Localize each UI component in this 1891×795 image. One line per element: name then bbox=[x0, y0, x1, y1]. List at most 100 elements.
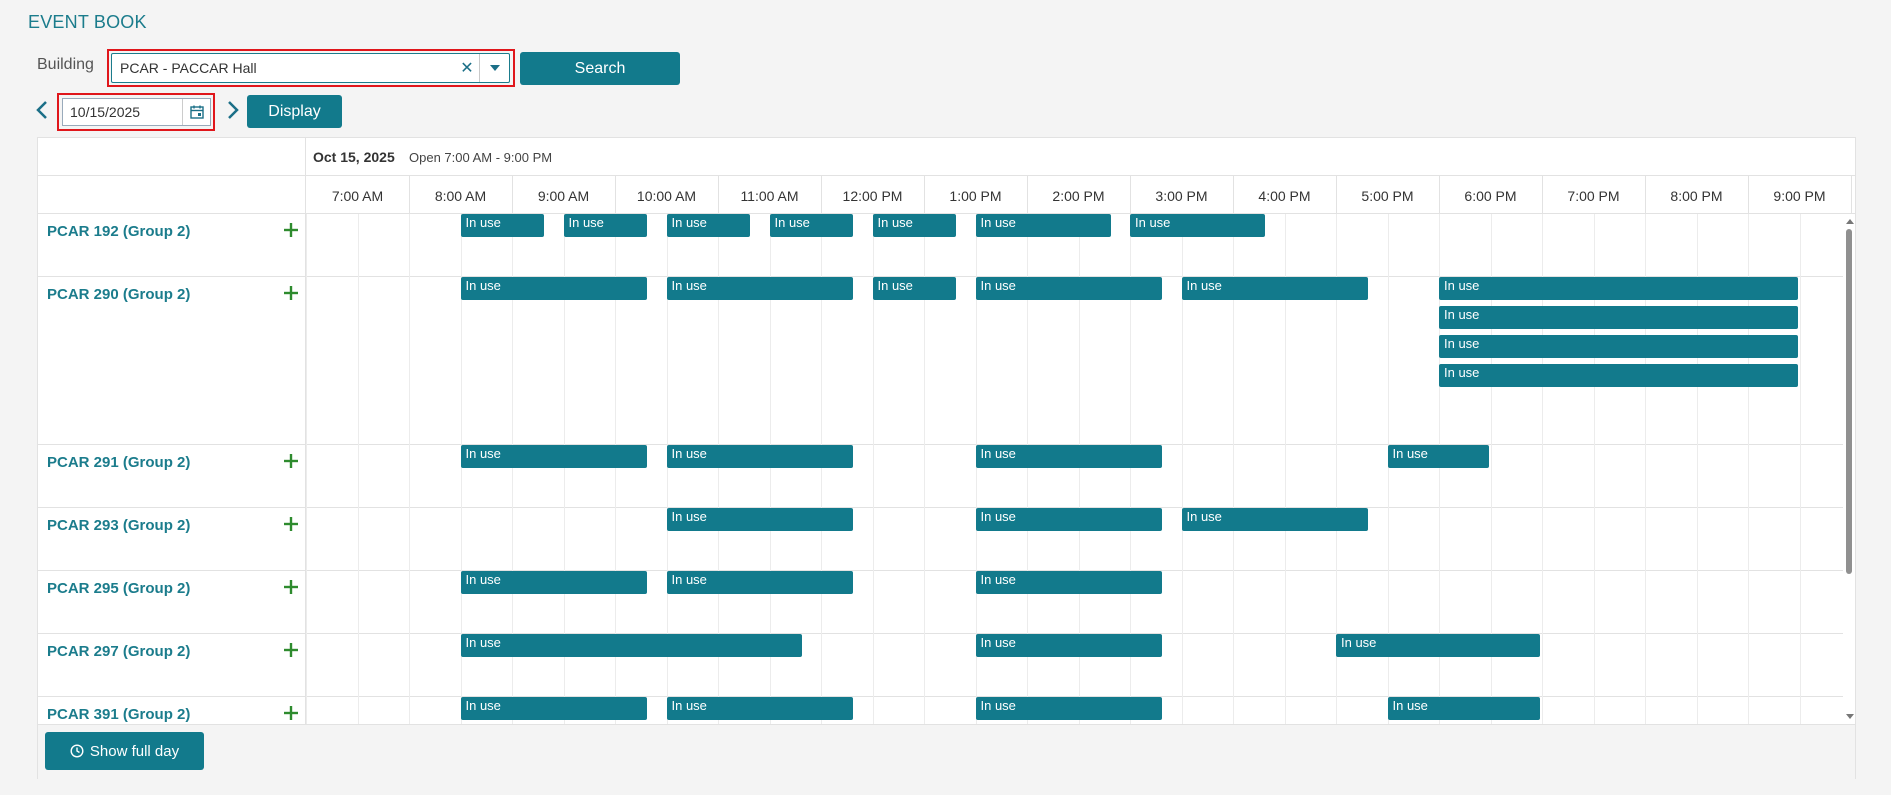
booking-block[interactable]: In use bbox=[1181, 508, 1369, 531]
grid-line bbox=[1645, 214, 1646, 277]
add-booking-button[interactable] bbox=[279, 575, 303, 599]
add-booking-button[interactable] bbox=[279, 449, 303, 473]
grid-line bbox=[1542, 634, 1543, 697]
booking-block[interactable]: In use bbox=[666, 445, 854, 468]
time-header-label: 9:00 PM bbox=[1773, 188, 1826, 204]
building-label: Building bbox=[37, 56, 94, 73]
time-header-label: 10:00 AM bbox=[636, 188, 697, 204]
booking-block[interactable]: In use bbox=[1336, 634, 1540, 657]
scroll-down-arrow[interactable] bbox=[1846, 714, 1854, 719]
add-booking-button[interactable] bbox=[279, 638, 303, 662]
display-button[interactable]: Display bbox=[247, 95, 342, 128]
clock-icon bbox=[70, 744, 84, 758]
booking-block[interactable]: In use bbox=[975, 697, 1163, 720]
booking-block[interactable]: In use bbox=[460, 214, 545, 237]
grid-line bbox=[1233, 697, 1234, 724]
booking-block[interactable]: In use bbox=[666, 214, 751, 237]
grid-line bbox=[357, 571, 359, 634]
dropdown-toggle[interactable] bbox=[479, 54, 509, 82]
show-full-day-button[interactable]: Show full day bbox=[45, 732, 204, 770]
booking-block[interactable]: In use bbox=[460, 571, 648, 594]
booking-block[interactable]: In use bbox=[666, 277, 854, 300]
booking-block[interactable]: In use bbox=[460, 697, 648, 720]
add-booking-button[interactable] bbox=[279, 701, 303, 724]
grid-line bbox=[975, 277, 977, 445]
booking-block[interactable]: In use bbox=[769, 214, 854, 237]
grid-line bbox=[1542, 445, 1543, 508]
time-header-label: 8:00 AM bbox=[434, 188, 487, 204]
booking-block[interactable]: In use bbox=[975, 571, 1163, 594]
room-row: PCAR 391 (Group 2) In use In use In use In u… bbox=[38, 697, 1843, 724]
add-booking-button[interactable] bbox=[279, 281, 303, 305]
search-button[interactable]: Search bbox=[520, 52, 680, 85]
grid-line bbox=[1387, 214, 1389, 277]
booking-block[interactable]: In use bbox=[460, 634, 802, 657]
grid-line bbox=[1593, 214, 1595, 277]
scroll-up-arrow[interactable] bbox=[1846, 219, 1854, 224]
grid-line bbox=[615, 277, 616, 445]
room-name-link[interactable]: PCAR 293 (Group 2) bbox=[47, 517, 190, 534]
date-input[interactable]: 10/15/2025 bbox=[62, 98, 211, 126]
prev-date-button[interactable] bbox=[33, 97, 51, 123]
calendar-icon[interactable] bbox=[182, 99, 210, 125]
grid-line bbox=[1490, 214, 1492, 277]
grid-line bbox=[357, 508, 359, 571]
booking-block[interactable]: In use bbox=[666, 571, 854, 594]
schedule-scrollbar[interactable] bbox=[1843, 214, 1855, 724]
grid-line bbox=[1336, 571, 1337, 634]
grid-line bbox=[1490, 277, 1492, 445]
scrollbar-thumb[interactable] bbox=[1846, 229, 1852, 574]
booking-block[interactable]: In use bbox=[975, 634, 1163, 657]
add-booking-button[interactable] bbox=[279, 218, 303, 242]
room-name-link[interactable]: PCAR 290 (Group 2) bbox=[47, 286, 190, 303]
grid-line bbox=[1799, 214, 1801, 277]
building-select[interactable]: PCAR - PACCAR Hall ✕ bbox=[111, 53, 510, 83]
booking-block[interactable]: In use bbox=[975, 214, 1111, 237]
grid-line bbox=[872, 445, 874, 508]
grid-line bbox=[872, 697, 874, 724]
booking-block[interactable]: In use bbox=[1439, 306, 1798, 329]
booking-block[interactable]: In use bbox=[1439, 364, 1798, 387]
clear-icon[interactable]: ✕ bbox=[455, 58, 479, 78]
grid-line bbox=[1593, 571, 1595, 634]
room-name-link[interactable]: PCAR 391 (Group 2) bbox=[47, 706, 190, 723]
schedule-grid[interactable]: PCAR 192 (Group 2) In use In use In use In u… bbox=[38, 214, 1843, 724]
grid-line bbox=[306, 571, 307, 634]
grid-line bbox=[872, 634, 874, 697]
time-header-label: 7:00 PM bbox=[1567, 188, 1620, 204]
booking-block[interactable]: In use bbox=[1130, 214, 1266, 237]
room-name-link[interactable]: PCAR 291 (Group 2) bbox=[47, 454, 190, 471]
grid-line bbox=[357, 634, 359, 697]
grid-line bbox=[1696, 508, 1698, 571]
grid-line bbox=[1799, 634, 1801, 697]
next-date-button[interactable] bbox=[224, 97, 242, 123]
booking-block[interactable]: In use bbox=[975, 508, 1163, 531]
add-booking-button[interactable] bbox=[279, 512, 303, 536]
booking-block[interactable]: In use bbox=[563, 214, 648, 237]
booking-block[interactable]: In use bbox=[1439, 277, 1798, 300]
plus-icon bbox=[284, 643, 298, 657]
grid-line bbox=[1645, 277, 1646, 445]
booking-block[interactable]: In use bbox=[1387, 445, 1489, 468]
room-name-link[interactable]: PCAR 295 (Group 2) bbox=[47, 580, 190, 597]
plus-icon bbox=[284, 706, 298, 720]
booking-block[interactable]: In use bbox=[460, 445, 648, 468]
time-header: 7:00 AM 8:00 AM 9:00 AM 10:00 AM 11:00 AM 12:… bbox=[38, 176, 1855, 214]
room-row: PCAR 295 (Group 2) In use In use In use bbox=[38, 571, 1843, 634]
booking-block[interactable]: In use bbox=[460, 277, 648, 300]
grid-line bbox=[1593, 634, 1595, 697]
booking-block[interactable]: In use bbox=[872, 277, 957, 300]
booking-block[interactable]: In use bbox=[872, 214, 957, 237]
time-header-label: 6:00 PM bbox=[1464, 188, 1517, 204]
room-name-link[interactable]: PCAR 297 (Group 2) bbox=[47, 643, 190, 660]
room-name-link[interactable]: PCAR 192 (Group 2) bbox=[47, 223, 190, 240]
booking-block[interactable]: In use bbox=[666, 697, 854, 720]
grid-line bbox=[1233, 445, 1234, 508]
booking-block[interactable]: In use bbox=[1439, 335, 1798, 358]
booking-block[interactable]: In use bbox=[975, 445, 1163, 468]
booking-block[interactable]: In use bbox=[1387, 697, 1540, 720]
booking-block[interactable]: In use bbox=[1181, 277, 1369, 300]
booking-block[interactable]: In use bbox=[975, 277, 1163, 300]
booking-block[interactable]: In use bbox=[666, 508, 854, 531]
grid-line bbox=[615, 508, 616, 571]
